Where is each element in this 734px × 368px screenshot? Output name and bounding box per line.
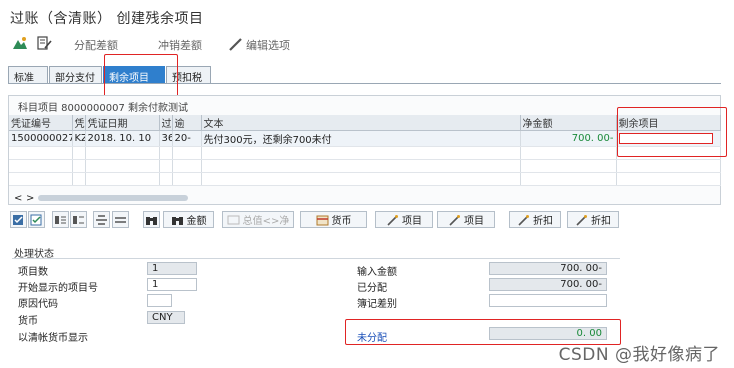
horizontal-scrollbar[interactable]: [38, 195, 188, 201]
clearing-currency-label: 以清帐货币显示: [18, 333, 88, 344]
scroll-right-button[interactable]: >: [26, 193, 34, 204]
magic-wand-icon: [518, 214, 529, 226]
pencil-icon: [229, 38, 242, 51]
start-item-label: 开始显示的项目号: [18, 283, 98, 294]
edit-options-button[interactable]: 编辑选项: [246, 37, 290, 53]
currency-button[interactable]: 货币: [300, 211, 367, 228]
item-count-field: 1: [147, 262, 197, 275]
entered-amount-label: 输入金额: [357, 267, 397, 278]
difference-label: 簿记差别: [357, 299, 397, 310]
discount-label-1: 折扣: [533, 216, 553, 227]
sort-ascending-button[interactable]: [52, 211, 69, 228]
items-button-1[interactable]: 项目: [375, 211, 433, 228]
amount-label: 金额: [186, 216, 207, 227]
gross-net-label: 总值<>净: [242, 216, 290, 227]
sort-ascending-icon: [55, 215, 66, 224]
sort-descending-button[interactable]: [70, 211, 87, 228]
reason-code-input[interactable]: [147, 294, 172, 307]
discount-label-2: 折扣: [591, 216, 611, 227]
tab-partial-payment[interactable]: 部分支付: [49, 66, 102, 84]
status-divider: [12, 258, 620, 259]
item-count-label: 项目数: [18, 267, 48, 278]
chart-icon[interactable]: [12, 36, 28, 50]
assigned-label: 已分配: [357, 283, 387, 294]
highlight-box-residual: [617, 107, 727, 157]
find-button[interactable]: [143, 211, 160, 228]
column-header[interactable]: 凭: [72, 115, 86, 131]
highlight-box-tab: [104, 54, 178, 97]
gross-net-icon: [227, 215, 240, 224]
table-header-row: 凭证编号 凭 凭证日期 过 逾 文本 净金额 剩余项目: [9, 115, 721, 131]
items-label-2: 项目: [464, 216, 484, 227]
column-header[interactable]: 凭证日期: [85, 115, 160, 131]
document-edit-icon[interactable]: [36, 36, 52, 50]
difference-field: [489, 294, 607, 307]
start-item-input[interactable]: 1: [147, 278, 197, 291]
table-row[interactable]: 1500000027 KZ 2018. 10. 10 36 20- 先付300元…: [9, 130, 721, 147]
deselect-icon: [30, 214, 42, 225]
sort-descending-icon: [73, 215, 84, 224]
currency-label: 货币: [331, 216, 352, 227]
column-header[interactable]: 凭证编号: [9, 115, 73, 131]
entered-amount-field: 700. 00-: [489, 262, 607, 275]
discount-button-1[interactable]: 折扣: [509, 211, 561, 228]
watermark: CSDN @我好像病了: [558, 345, 720, 365]
column-header[interactable]: 文本: [201, 115, 521, 131]
column-header[interactable]: 净金额: [520, 115, 617, 131]
items-table: 凭证编号 凭 凭证日期 过 逾 文本 净金额 剩余项目 1500000027 K…: [9, 115, 721, 186]
items-button-2[interactable]: 项目: [437, 211, 495, 228]
distribute-difference-button[interactable]: 分配差额: [74, 37, 118, 53]
currency-icon: [316, 215, 328, 225]
items-label-1: 项目: [402, 216, 422, 227]
tab-standard[interactable]: 标准: [8, 66, 48, 84]
assigned-field: 700. 00-: [489, 278, 607, 291]
select-all-icon: [13, 214, 23, 225]
gross-net-button[interactable]: 总值<>净: [222, 211, 294, 228]
column-header[interactable]: 逾: [172, 115, 202, 131]
reason-code-label: 原因代码: [18, 299, 58, 310]
overdue-cell[interactable]: 20-: [172, 130, 202, 147]
find-amount-button[interactable]: 金额: [163, 211, 214, 228]
align-lines-button[interactable]: [112, 211, 129, 228]
posting-key-cell[interactable]: 36: [159, 130, 173, 147]
align-center-button[interactable]: [93, 211, 110, 228]
table-row: [9, 159, 721, 173]
text-cell[interactable]: 先付300元，还剩余700未付: [201, 130, 521, 147]
table-row: [9, 172, 721, 186]
discount-button-2[interactable]: 折扣: [567, 211, 619, 228]
currency-label: 货币: [18, 316, 38, 327]
binoculars-icon: [146, 216, 157, 225]
writeoff-difference-button[interactable]: 冲销差额: [158, 37, 202, 53]
column-header[interactable]: 过: [159, 115, 173, 131]
document-date-cell[interactable]: 2018. 10. 10: [85, 130, 160, 147]
magic-wand-icon: [387, 214, 398, 226]
binoculars-icon: [171, 216, 183, 225]
currency-field: CNY: [147, 311, 185, 324]
align-center-icon: [96, 214, 107, 225]
select-all-button[interactable]: [10, 211, 27, 228]
document-number-cell[interactable]: 1500000027: [9, 130, 73, 147]
deselect-all-button[interactable]: [28, 211, 45, 228]
page-title: 过账（含清账） 创建残余项目: [10, 11, 204, 27]
net-amount-cell[interactable]: 700. 00-: [520, 130, 617, 147]
magic-wand-icon: [576, 214, 587, 226]
lines-icon: [115, 216, 126, 223]
document-type-cell[interactable]: KZ: [72, 130, 86, 147]
panel-title: 科目项目 8000000007 剩余付款测试: [18, 103, 188, 114]
scroll-left-button[interactable]: <: [14, 193, 22, 204]
magic-wand-icon: [449, 214, 460, 226]
table-row: [9, 146, 721, 160]
